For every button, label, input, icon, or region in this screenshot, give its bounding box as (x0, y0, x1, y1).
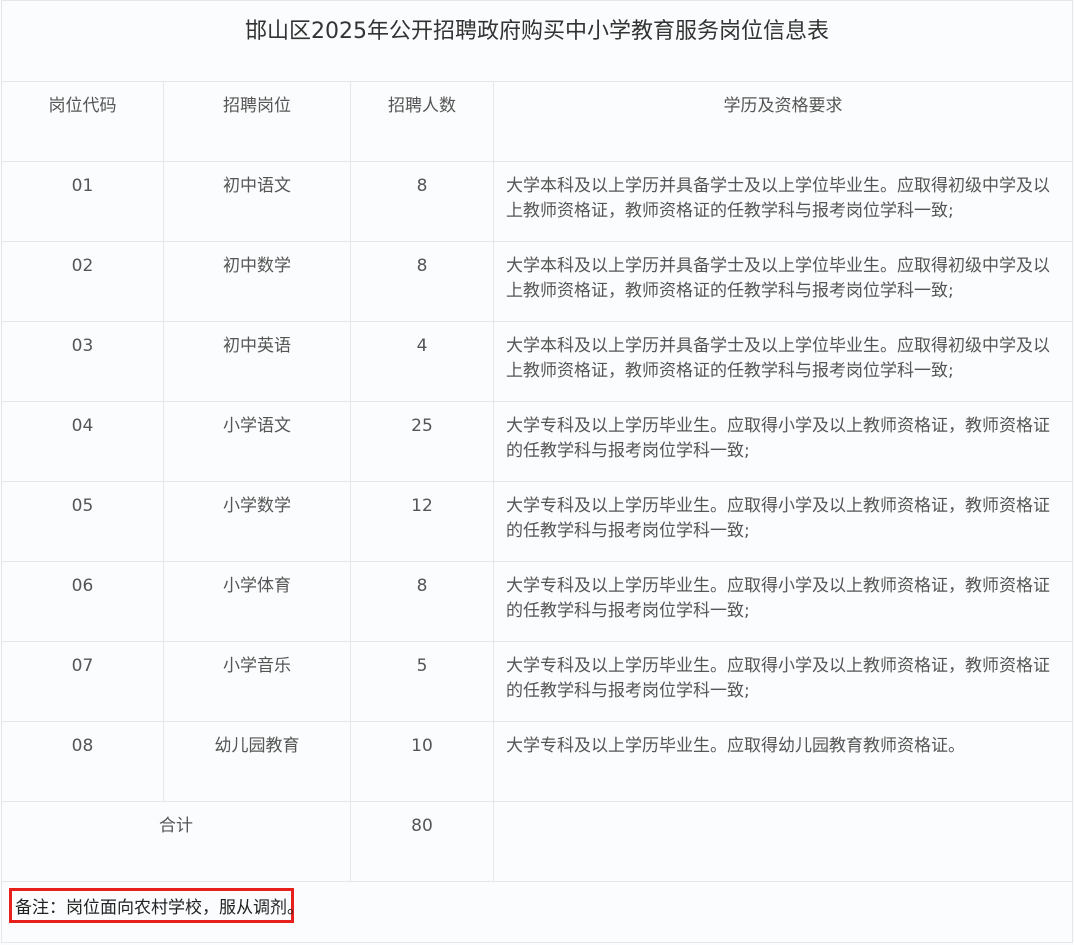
cell-position: 小学语文 (163, 401, 351, 482)
cell-requirements: 大学专科及以上学历毕业生。应取得幼儿园教育教师资格证。 (493, 721, 1073, 802)
cell-count: 4 (350, 321, 494, 402)
cell-count: 5 (350, 641, 494, 722)
cell-requirements: 大学本科及以上学历并具备学士及以上学位毕业生。应取得初级中学及以上教师资格证，教… (493, 161, 1073, 242)
cell-code: 05 (1, 481, 164, 562)
header-requirements: 学历及资格要求 (493, 81, 1073, 162)
table-header-row: 岗位代码 招聘岗位 招聘人数 学历及资格要求 (1, 81, 1073, 162)
cell-requirements: 大学本科及以上学历并具备学士及以上学位毕业生。应取得初级中学及以上教师资格证，教… (493, 321, 1073, 402)
table-row: 02 初中数学 8 大学本科及以上学历并具备学士及以上学位毕业生。应取得初级中学… (1, 241, 1073, 322)
total-empty-cell (493, 801, 1073, 882)
note-cell: 备注：岗位面向农村学校，服从调剂。 (1, 881, 1073, 943)
table-row: 05 小学数学 12 大学专科及以上学历毕业生。应取得小学及以上教师资格证，教师… (1, 481, 1073, 562)
cell-position: 初中英语 (163, 321, 351, 402)
cell-position: 小学音乐 (163, 641, 351, 722)
header-code: 岗位代码 (1, 81, 164, 162)
cell-code: 07 (1, 641, 164, 722)
cell-position: 幼儿园教育 (163, 721, 351, 802)
cell-count: 12 (350, 481, 494, 562)
cell-position: 小学体育 (163, 561, 351, 642)
table-row: 04 小学语文 25 大学专科及以上学历毕业生。应取得小学及以上教师资格证，教师… (1, 401, 1073, 482)
table-row: 08 幼儿园教育 10 大学专科及以上学历毕业生。应取得幼儿园教育教师资格证。 (1, 721, 1073, 802)
table-row: 06 小学体育 8 大学专科及以上学历毕业生。应取得小学及以上教师资格证，教师资… (1, 561, 1073, 642)
cell-code: 02 (1, 241, 164, 322)
table-row: 07 小学音乐 5 大学专科及以上学历毕业生。应取得小学及以上教师资格证，教师资… (1, 641, 1073, 722)
cell-code: 03 (1, 321, 164, 402)
total-row: 合计 80 (1, 801, 1073, 882)
cell-position: 初中数学 (163, 241, 351, 322)
table-title: 邯山区2025年公开招聘政府购买中小学教育服务岗位信息表 (245, 19, 829, 44)
cell-position: 初中语文 (163, 161, 351, 242)
cell-requirements: 大学本科及以上学历并具备学士及以上学位毕业生。应取得初级中学及以上教师资格证，教… (493, 241, 1073, 322)
total-label: 合计 (1, 801, 351, 882)
header-count: 招聘人数 (350, 81, 494, 162)
note-text: 备注：岗位面向农村学校，服从调剂。 (15, 898, 304, 918)
cell-code: 06 (1, 561, 164, 642)
recruitment-info-sheet: 邯山区2025年公开招聘政府购买中小学教育服务岗位信息表 岗位代码 招聘岗位 招… (0, 0, 1074, 945)
cell-position: 小学数学 (163, 481, 351, 562)
table-title-cell: 邯山区2025年公开招聘政府购买中小学教育服务岗位信息表 (1, 0, 1073, 82)
table-row: 01 初中语文 8 大学本科及以上学历并具备学士及以上学位毕业生。应取得初级中学… (1, 161, 1073, 242)
cell-count: 8 (350, 241, 494, 322)
cell-code: 01 (1, 161, 164, 242)
cell-requirements: 大学专科及以上学历毕业生。应取得小学及以上教师资格证，教师资格证的任教学科与报考… (493, 641, 1073, 722)
cell-count: 8 (350, 161, 494, 242)
cell-count: 8 (350, 561, 494, 642)
cell-count: 25 (350, 401, 494, 482)
cell-code: 08 (1, 721, 164, 802)
cell-code: 04 (1, 401, 164, 482)
table-row: 03 初中英语 4 大学本科及以上学历并具备学士及以上学位毕业生。应取得初级中学… (1, 321, 1073, 402)
cell-requirements: 大学专科及以上学历毕业生。应取得小学及以上教师资格证，教师资格证的任教学科与报考… (493, 401, 1073, 482)
cell-requirements: 大学专科及以上学历毕业生。应取得小学及以上教师资格证，教师资格证的任教学科与报考… (493, 561, 1073, 642)
cell-count: 10 (350, 721, 494, 802)
total-count: 80 (350, 801, 494, 882)
cell-requirements: 大学专科及以上学历毕业生。应取得小学及以上教师资格证，教师资格证的任教学科与报考… (493, 481, 1073, 562)
recruitment-table: 邯山区2025年公开招聘政府购买中小学教育服务岗位信息表 岗位代码 招聘岗位 招… (1, 0, 1073, 943)
header-position: 招聘岗位 (163, 81, 351, 162)
